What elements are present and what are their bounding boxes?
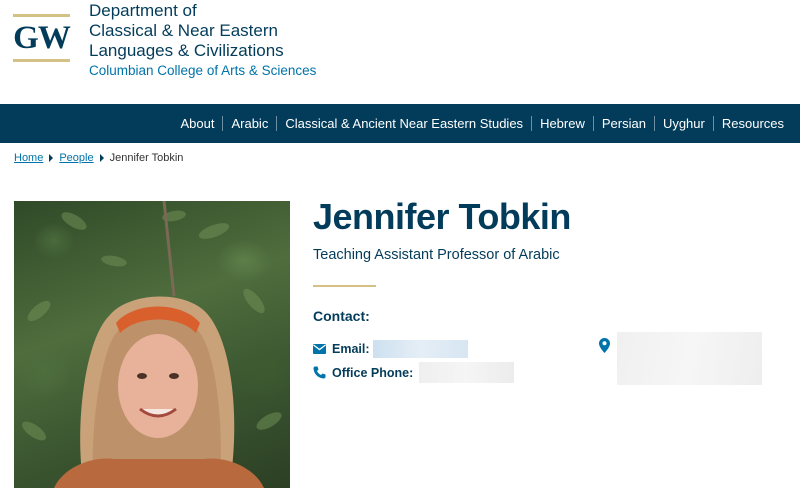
phone-value-redacted[interactable] [419,362,515,383]
nav-item-classical-ancient[interactable]: Classical & Ancient Near Eastern Studies [276,116,531,131]
site-header: GW Department of Classical & Near Easter… [0,0,800,104]
logo-bar-top [13,14,70,17]
breadcrumb: Home People Jennifer Tobkin [14,152,183,164]
nav-item-about[interactable]: About [172,116,222,131]
contact-heading: Contact: [313,308,370,324]
nav-item-uyghur[interactable]: Uyghur [653,116,713,131]
breadcrumb-home-link[interactable]: Home [14,152,43,164]
nav-item-persian[interactable]: Persian [592,116,654,131]
college-link[interactable]: Columbian College of Arts & Sciences [89,61,316,81]
profile-name: Jennifer Tobkin [313,196,571,237]
department-line-2: Classical & Near Eastern [89,21,278,40]
gw-logo[interactable]: GW [13,14,71,62]
phone-label: Office Phone: [332,365,414,380]
nav-item-resources[interactable]: Resources [712,116,792,131]
breadcrumb-people-link[interactable]: People [59,152,93,164]
email-row: Email: [313,340,468,358]
caret-right-icon [49,154,54,162]
logo-text: GW [13,20,71,56]
caret-right-icon [99,154,104,162]
main-nav: About Arabic Classical & Ancient Near Ea… [0,104,800,143]
portrait-illustration [22,201,282,488]
logo-bar-bottom [13,59,70,62]
email-label: Email: [332,342,370,356]
nav-item-arabic[interactable]: Arabic [222,116,276,131]
email-value-redacted[interactable] [372,340,468,358]
department-line-3: Languages & Civilizations [89,41,284,60]
gold-divider [313,285,376,287]
department-line-1: Department of [89,1,197,20]
envelope-icon [313,342,326,356]
phone-row: Office Phone: [313,362,515,383]
phone-icon [313,366,326,380]
nav-item-hebrew[interactable]: Hebrew [531,116,593,131]
profile-photo [14,201,290,488]
department-title[interactable]: Department of Classical & Near Eastern L… [89,1,316,81]
profile-title: Teaching Assistant Professor of Arabic [313,247,560,263]
address-redacted [617,332,762,385]
map-pin-icon [599,338,610,358]
breadcrumb-current: Jennifer Tobkin [109,152,184,164]
